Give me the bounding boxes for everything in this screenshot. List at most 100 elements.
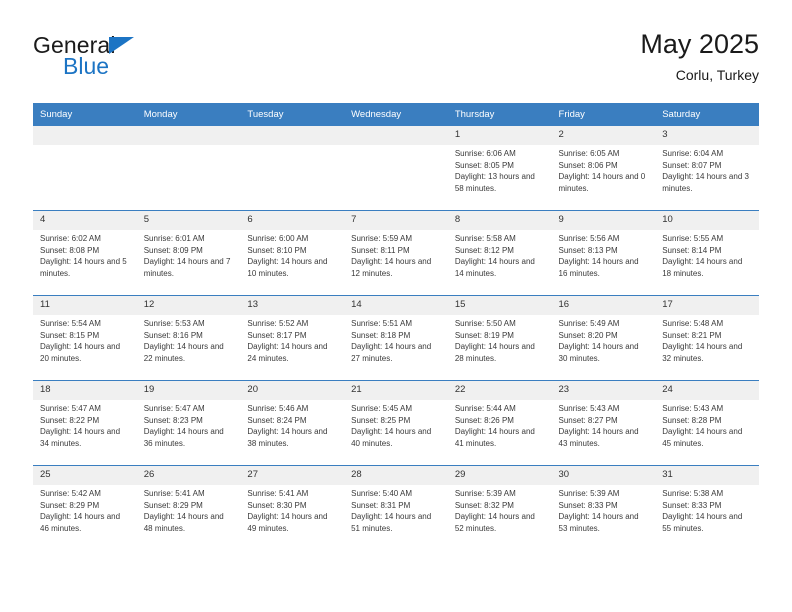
daylight-text: Daylight: 14 hours and 30 minutes. — [558, 342, 639, 363]
sunrise-text: Sunrise: 5:38 AM — [662, 489, 724, 498]
daylight-text: Daylight: 14 hours and 3 minutes. — [662, 172, 749, 193]
day-details: Sunrise: 5:52 AM Sunset: 8:17 PM Daylight:… — [240, 315, 344, 364]
daylight-text: Daylight: 14 hours and 32 minutes. — [662, 342, 743, 363]
sunset-text: Sunset: 8:31 PM — [351, 500, 411, 510]
day-number: 25 — [33, 466, 137, 485]
day-details: Sunrise: 5:41 AM Sunset: 8:30 PM Daylight:… — [240, 485, 344, 534]
weekday-header-row: Sunday Monday Tuesday Wednesday Thursday Frid… — [33, 103, 759, 126]
calendar-day-cell[interactable]: 20 Sunrise: 5:46 AM Sunset: 8:24 PM Dayligh… — [240, 380, 345, 466]
day-details: Sunrise: 6:01 AM Sunset: 8:09 PM Daylight:… — [137, 230, 241, 279]
calendar-day-cell[interactable]: 29 Sunrise: 5:39 AM Sunset: 8:32 PM Dayligh… — [447, 465, 552, 550]
calendar-week-row: 11 Sunrise: 5:54 AM Sunset: 8:15 PM Dayligh… — [33, 295, 759, 381]
daylight-text: Daylight: 14 hours and 28 minutes. — [454, 342, 535, 363]
calendar-day-cell[interactable]: 7 Sunrise: 5:59 AM Sunset: 8:11 PM Daylight… — [344, 210, 448, 296]
sunset-text: Sunset: 8:20 PM — [558, 330, 618, 340]
calendar-day-cell[interactable]: 1 Sunrise: 6:06 AM Sunset: 8:05 PM Daylight… — [447, 125, 552, 211]
daylight-text: Daylight: 14 hours and 10 minutes. — [247, 257, 328, 278]
daylight-text: Daylight: 14 hours and 49 minutes. — [247, 512, 328, 533]
weekday-header-saturday: Saturday — [655, 103, 759, 126]
day-details: Sunrise: 5:49 AM Sunset: 8:20 PM Daylight:… — [552, 315, 656, 364]
sunrise-text: Sunrise: 5:42 AM — [40, 489, 101, 498]
day-number: 13 — [240, 296, 345, 315]
sunset-text: Sunset: 8:17 PM — [247, 330, 307, 340]
day-number: 21 — [344, 381, 448, 400]
daylight-text: Daylight: 14 hours and 34 minutes. — [40, 427, 121, 448]
calendar-day-cell[interactable]: 4 Sunrise: 6:02 AM Sunset: 8:08 PM Daylight… — [33, 210, 137, 296]
day-details: Sunrise: 5:46 AM Sunset: 8:24 PM Daylight:… — [240, 400, 344, 449]
sunrise-text: Sunrise: 5:39 AM — [454, 489, 516, 498]
calendar-day-cell[interactable]: 17 Sunrise: 5:48 AM Sunset: 8:21 PM Dayligh… — [655, 295, 759, 381]
calendar-day-cell[interactable]: 10 Sunrise: 5:55 AM Sunset: 8:14 PM Dayligh… — [655, 210, 759, 296]
sunset-text: Sunset: 8:27 PM — [558, 415, 618, 425]
calendar-day-cell[interactable]: 18 Sunrise: 5:47 AM Sunset: 8:22 PM Dayligh… — [33, 380, 137, 466]
calendar-day-cell[interactable]: 9 Sunrise: 5:56 AM Sunset: 8:13 PM Daylight… — [551, 210, 656, 296]
day-number: 10 — [655, 211, 759, 230]
calendar-day-cell[interactable]: 12 Sunrise: 5:53 AM Sunset: 8:16 PM Dayligh… — [136, 295, 241, 381]
calendar-day-cell[interactable]: 28 Sunrise: 5:40 AM Sunset: 8:31 PM Dayligh… — [344, 465, 448, 550]
daylight-text: Daylight: 14 hours and 55 minutes. — [662, 512, 743, 533]
day-number: 11 — [33, 296, 137, 315]
sunset-text: Sunset: 8:22 PM — [40, 415, 100, 425]
daylight-text: Daylight: 14 hours and 22 minutes. — [143, 342, 224, 363]
calendar-day-cell[interactable]: 26 Sunrise: 5:41 AM Sunset: 8:29 PM Dayligh… — [136, 465, 241, 550]
sunrise-text: Sunrise: 5:54 AM — [40, 319, 101, 328]
calendar-day-cell[interactable]: 23 Sunrise: 5:43 AM Sunset: 8:27 PM Dayligh… — [551, 380, 656, 466]
day-number: 3 — [655, 126, 759, 145]
calendar-day-cell-empty — [344, 125, 448, 211]
calendar-day-cell[interactable]: 3 Sunrise: 6:04 AM Sunset: 8:07 PM Daylight… — [655, 125, 759, 211]
calendar-day-cell[interactable]: 11 Sunrise: 5:54 AM Sunset: 8:15 PM Dayligh… — [33, 295, 137, 381]
calendar-day-cell[interactable]: 5 Sunrise: 6:01 AM Sunset: 8:09 PM Daylight… — [136, 210, 241, 296]
day-number: 1 — [447, 126, 552, 145]
day-details: Sunrise: 5:41 AM Sunset: 8:29 PM Daylight:… — [137, 485, 241, 534]
day-number: 8 — [447, 211, 552, 230]
calendar-day-cell[interactable]: 13 Sunrise: 5:52 AM Sunset: 8:17 PM Dayligh… — [240, 295, 345, 381]
day-details: Sunrise: 5:39 AM Sunset: 8:32 PM Daylight:… — [448, 485, 552, 534]
sunrise-text: Sunrise: 5:51 AM — [351, 319, 413, 328]
day-details: Sunrise: 5:42 AM Sunset: 8:29 PM Daylight:… — [33, 485, 137, 534]
day-details: Sunrise: 5:47 AM Sunset: 8:22 PM Daylight:… — [33, 400, 137, 449]
sunset-text: Sunset: 8:05 PM — [454, 160, 514, 170]
general-blue-logo[interactable]: General Blue — [33, 34, 293, 78]
calendar-day-cell[interactable]: 19 Sunrise: 5:47 AM Sunset: 8:23 PM Dayligh… — [136, 380, 241, 466]
day-details: Sunrise: 6:06 AM Sunset: 8:05 PM Daylight:… — [448, 145, 552, 194]
calendar-day-cell[interactable]: 8 Sunrise: 5:58 AM Sunset: 8:12 PM Daylight… — [447, 210, 552, 296]
calendar-day-cell[interactable]: 30 Sunrise: 5:39 AM Sunset: 8:33 PM Dayligh… — [551, 465, 656, 550]
daylight-text: Daylight: 14 hours and 53 minutes. — [558, 512, 639, 533]
day-number: 23 — [551, 381, 656, 400]
calendar-day-cell[interactable]: 15 Sunrise: 5:50 AM Sunset: 8:19 PM Dayligh… — [447, 295, 552, 381]
sunrise-text: Sunrise: 5:59 AM — [351, 234, 413, 243]
sunrise-text: Sunrise: 5:47 AM — [143, 404, 205, 413]
calendar-day-cell[interactable]: 22 Sunrise: 5:44 AM Sunset: 8:26 PM Dayligh… — [447, 380, 552, 466]
title-block: May 2025 Corlu, Turkey — [640, 28, 759, 85]
calendar-day-cell[interactable]: 2 Sunrise: 6:05 AM Sunset: 8:06 PM Daylight… — [551, 125, 656, 211]
sunset-text: Sunset: 8:23 PM — [143, 415, 203, 425]
sunset-text: Sunset: 8:26 PM — [454, 415, 514, 425]
sunrise-text: Sunrise: 5:44 AM — [454, 404, 516, 413]
day-number: 20 — [240, 381, 345, 400]
daylight-text: Daylight: 14 hours and 5 minutes. — [40, 257, 127, 278]
calendar-day-cell[interactable]: 14 Sunrise: 5:51 AM Sunset: 8:18 PM Dayligh… — [344, 295, 448, 381]
calendar-day-cell[interactable]: 16 Sunrise: 5:49 AM Sunset: 8:20 PM Dayligh… — [551, 295, 656, 381]
sunset-text: Sunset: 8:33 PM — [558, 500, 618, 510]
calendar-day-cell[interactable]: 6 Sunrise: 6:00 AM Sunset: 8:10 PM Daylight… — [240, 210, 345, 296]
sunset-text: Sunset: 8:16 PM — [143, 330, 203, 340]
daylight-text: Daylight: 14 hours and 45 minutes. — [662, 427, 743, 448]
sunset-text: Sunset: 8:28 PM — [662, 415, 722, 425]
calendar-day-cell[interactable]: 21 Sunrise: 5:45 AM Sunset: 8:25 PM Dayligh… — [344, 380, 448, 466]
sunset-text: Sunset: 8:10 PM — [247, 245, 307, 255]
sunset-text: Sunset: 8:09 PM — [143, 245, 203, 255]
calendar-body: 1 Sunrise: 6:06 AM Sunset: 8:05 PM Daylight… — [33, 125, 759, 550]
calendar-day-cell[interactable]: 31 Sunrise: 5:38 AM Sunset: 8:33 PM Dayligh… — [655, 465, 759, 550]
sunrise-text: Sunrise: 5:41 AM — [247, 489, 309, 498]
sunrise-text: Sunrise: 6:06 AM — [454, 149, 516, 158]
sunrise-text: Sunrise: 5:58 AM — [454, 234, 516, 243]
sunset-text: Sunset: 8:21 PM — [662, 330, 722, 340]
calendar-day-cell[interactable]: 24 Sunrise: 5:43 AM Sunset: 8:28 PM Dayligh… — [655, 380, 759, 466]
logo-triangle-icon — [109, 37, 134, 54]
calendar-day-cell[interactable]: 27 Sunrise: 5:41 AM Sunset: 8:30 PM Dayligh… — [240, 465, 345, 550]
calendar-day-cell[interactable]: 25 Sunrise: 5:42 AM Sunset: 8:29 PM Dayligh… — [33, 465, 137, 550]
day-number: 31 — [655, 466, 759, 485]
sunset-text: Sunset: 8:29 PM — [40, 500, 100, 510]
day-number: 17 — [655, 296, 759, 315]
day-number: 24 — [655, 381, 759, 400]
